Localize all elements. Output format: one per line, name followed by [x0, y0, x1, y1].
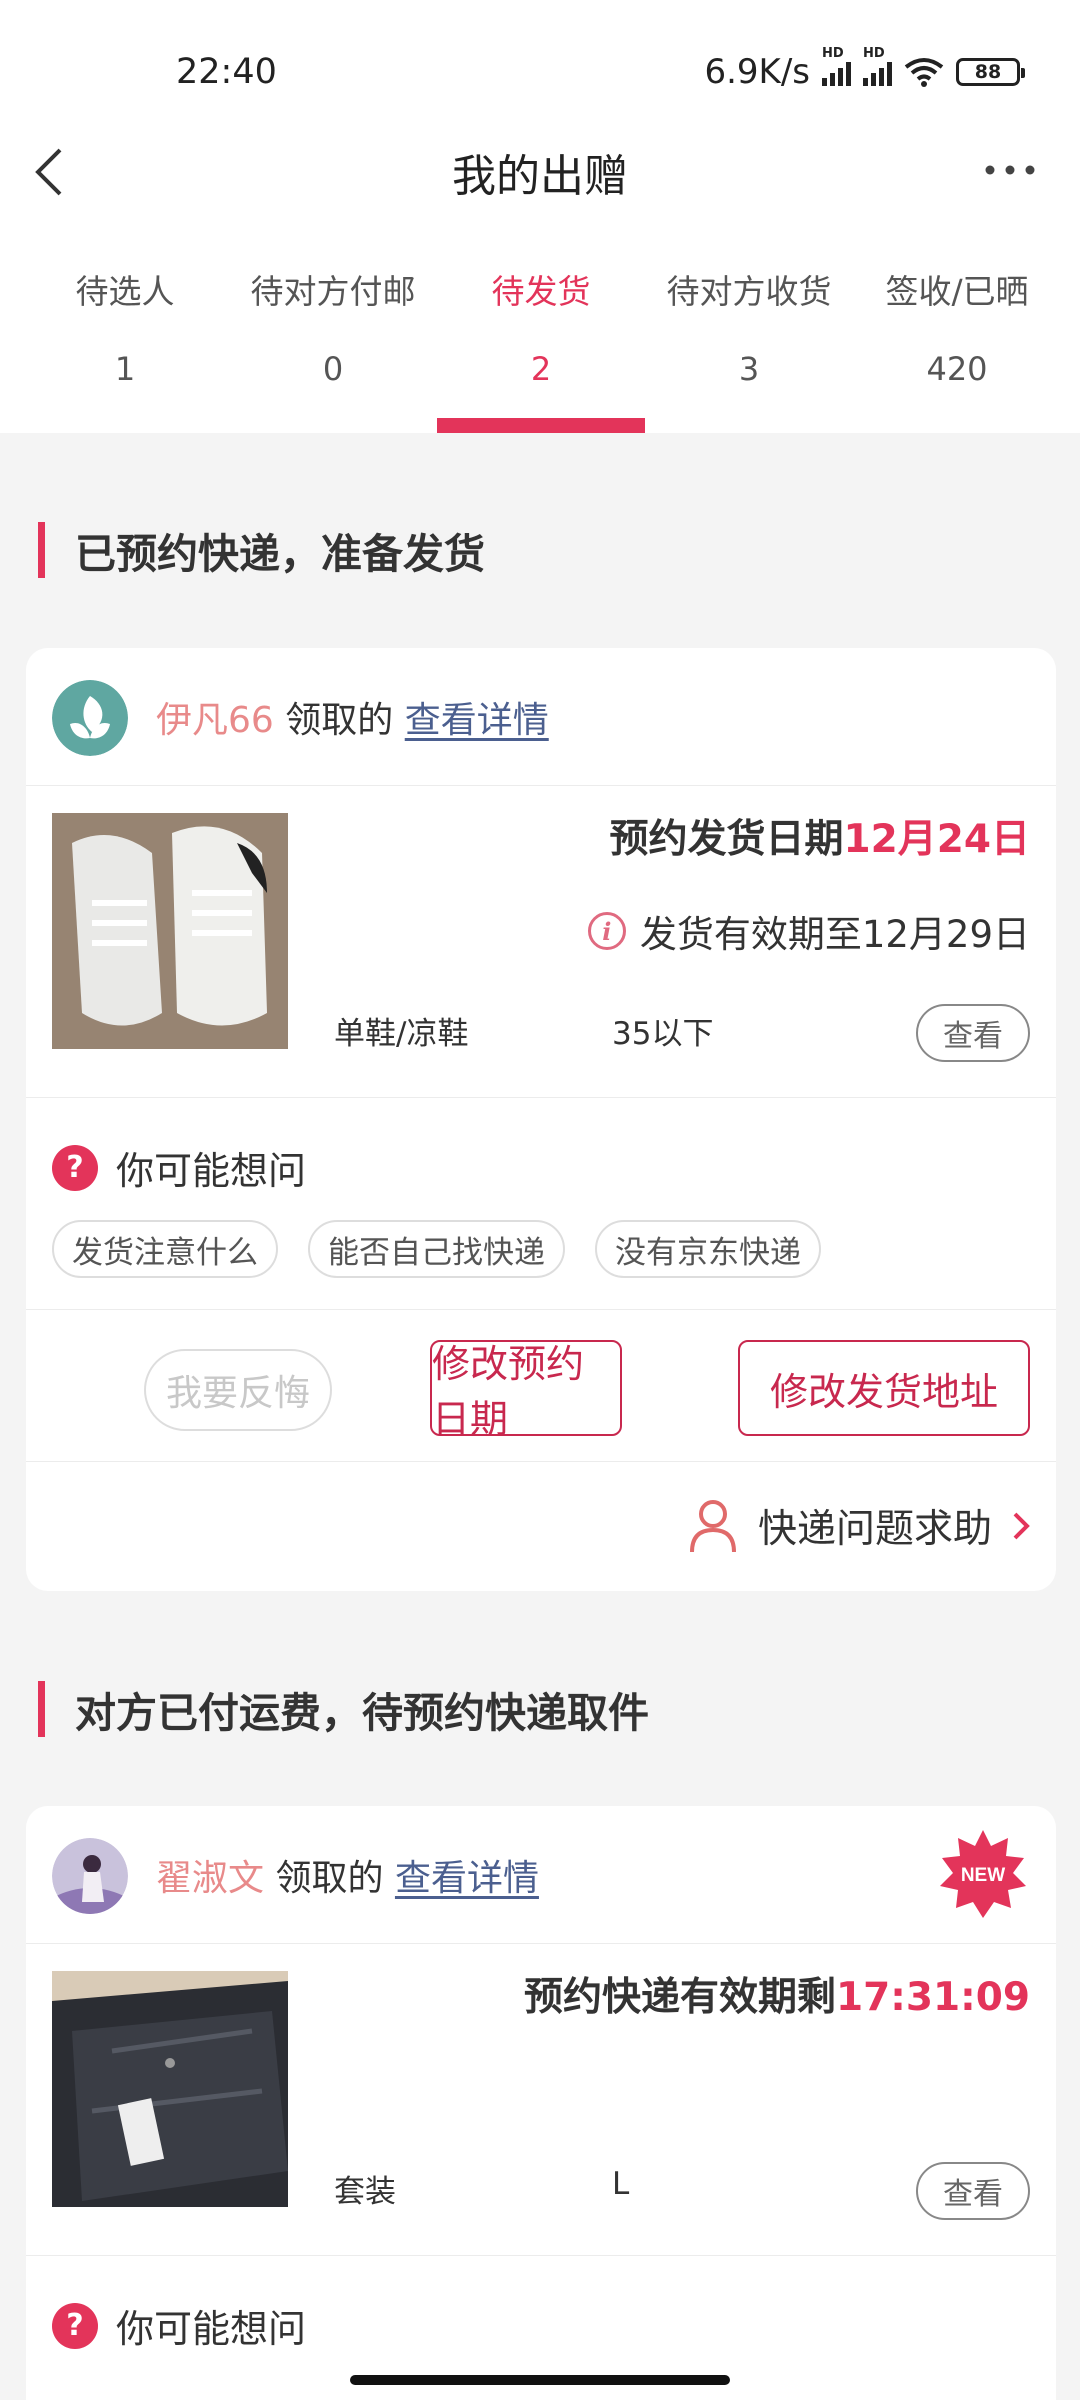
change-address-button[interactable]: 修改发货地址 [738, 1340, 1030, 1436]
item-size: 35以下 [612, 1016, 714, 1052]
chevron-right-icon [1013, 1512, 1030, 1540]
tab-pending-receive[interactable]: 待对方收货 3 [645, 272, 853, 388]
section-header-booked: 已预约快递，准备发货 [38, 522, 485, 578]
validity-line: i 发货有效期至12月29日 [587, 904, 1030, 958]
net-speed: 6.9K/s [704, 52, 810, 92]
giver-line: 翟淑文 领取的 查看详情 [156, 1849, 539, 1901]
countdown-label: 预约快递有效期剩 [523, 1975, 836, 2020]
giver-name[interactable]: 伊凡66 [156, 700, 274, 741]
new-badge: NEW [940, 1830, 1026, 1918]
card-actions: 我要反悔 修改预约日期 修改发货地址 [26, 1310, 1056, 1462]
gift-card-2: 翟淑文 领取的 查看详情 NEW 预约快递有效期剩17:31:09 套装 L 查… [26, 1806, 1056, 2400]
help-row[interactable]: 快递问题求助 [26, 1462, 1056, 1590]
regret-button[interactable]: 我要反悔 [144, 1349, 332, 1431]
status-tabs: 待选人 1 待对方付邮 0 待发货 2 待对方收货 3 签收/已晒 420 [0, 272, 1080, 433]
page-title: 我的出赠 [452, 151, 628, 202]
tab-label: 签收/已晒 [885, 272, 1029, 311]
item-photo-shoes[interactable] [52, 813, 288, 1049]
question-icon: ? [52, 1144, 98, 1191]
tab-count: 420 [926, 350, 988, 388]
tab-label: 待选人 [75, 272, 175, 311]
section-title: 对方已付运费，待预约快递取件 [75, 1689, 649, 1737]
status-time: 22:40 [176, 52, 277, 92]
received-label: 领取的 [275, 1858, 384, 1899]
tab-count: 1 [114, 350, 136, 388]
tab-pending-ship[interactable]: 待发货 2 [437, 272, 645, 388]
battery-icon: 88 [956, 58, 1025, 86]
person-icon [689, 1500, 736, 1553]
ship-date-value: 12月24日 [843, 817, 1030, 862]
info-icon: i [587, 912, 626, 950]
section-title: 已预约快递，准备发货 [75, 530, 485, 578]
item-size: L [612, 2166, 630, 2202]
tab-label: 待对方收货 [666, 272, 832, 311]
faq-chip[interactable]: 没有京东快递 [595, 1220, 821, 1278]
item-row: 预约快递有效期剩17:31:09 套装 L 查看 [26, 1944, 1056, 2256]
help-label: 快递问题求助 [757, 1507, 992, 1552]
card-header: 伊凡66 领取的 查看详情 [26, 648, 1056, 786]
new-badge-text: NEW [961, 1865, 1005, 1886]
faq-chip[interactable]: 能否自己找快递 [308, 1220, 565, 1278]
question-icon: ? [52, 2302, 98, 2349]
tab-label: 待对方付邮 [250, 272, 416, 311]
change-date-button[interactable]: 修改预约日期 [430, 1340, 622, 1441]
received-label: 领取的 [285, 700, 394, 741]
ship-date-label: 预约发货日期 [609, 817, 844, 862]
giver-name[interactable]: 翟淑文 [156, 1858, 264, 1899]
avatar[interactable] [52, 680, 128, 756]
gift-card-1: 伊凡66 领取的 查看详情 预约发货日期12月24日 i 发货有效期至12月29日… [26, 648, 1056, 1591]
tab-count: 3 [738, 350, 760, 388]
tab-pending-select[interactable]: 待选人 1 [21, 272, 229, 388]
tab-signed[interactable]: 签收/已晒 420 [853, 272, 1061, 388]
header-area: 22:40 6.9K/s HD HD 88 我的出赠 待选人 1 待对方付邮 0… [0, 0, 1080, 433]
home-indicator[interactable] [350, 2375, 730, 2385]
faq-section: ? 你可能想问 发货注意什么 能否自己找快递 没有京东快递 [26, 1098, 1056, 1310]
tab-count: 2 [530, 350, 552, 388]
view-detail-link[interactable]: 查看详情 [405, 700, 549, 741]
tab-label: 待发货 [491, 272, 591, 311]
signal-icon: HD [822, 46, 851, 86]
card-header: 翟淑文 领取的 查看详情 NEW [26, 1806, 1056, 1944]
section-accent-bar [38, 522, 45, 578]
section-accent-bar [38, 1681, 45, 1737]
view-detail-link[interactable]: 查看详情 [395, 1858, 539, 1899]
avatar[interactable] [52, 1838, 128, 1914]
nav-bar: 我的出赠 [0, 120, 1080, 220]
validity-text: 发货有效期至12月29日 [639, 913, 1030, 956]
item-category: 单鞋/凉鞋 [334, 1016, 469, 1052]
faq-title-text: 你可能想问 [116, 1149, 307, 1193]
active-tab-indicator [437, 418, 645, 433]
tab-count: 0 [322, 350, 344, 388]
signal-icon-2: HD [863, 46, 892, 86]
faq-title-text: 你可能想问 [116, 2307, 307, 2351]
faq-chips: 发货注意什么 能否自己找快递 没有京东快递 [52, 1220, 821, 1278]
view-item-button[interactable]: 查看 [916, 2162, 1030, 2220]
tab-pending-postage[interactable]: 待对方付邮 0 [229, 272, 437, 388]
ship-date-line: 预约发货日期12月24日 [609, 808, 1030, 864]
countdown-line: 预约快递有效期剩17:31:09 [524, 1966, 1030, 2022]
courier-help-link[interactable]: 快递问题求助 [688, 1498, 1030, 1554]
section-header-paid: 对方已付运费，待预约快递取件 [38, 1681, 649, 1737]
wifi-icon [904, 58, 944, 87]
faq-chip[interactable]: 发货注意什么 [52, 1220, 278, 1278]
countdown-value: 17:31:09 [835, 1975, 1030, 2020]
giver-line: 伊凡66 领取的 查看详情 [156, 691, 549, 743]
more-options-icon[interactable] [980, 150, 1040, 190]
faq-title: ? 你可能想问 [52, 1140, 306, 1195]
status-icons: 6.9K/s HD HD 88 [704, 46, 1025, 92]
status-bar: 22:40 6.9K/s HD HD 88 [0, 0, 1080, 120]
faq-title: ? 你可能想问 [52, 2298, 306, 2353]
item-category: 套装 [334, 2174, 396, 2210]
item-photo-suit[interactable] [52, 1971, 288, 2207]
view-item-button[interactable]: 查看 [916, 1004, 1030, 1062]
item-row: 预约发货日期12月24日 i 发货有效期至12月29日 单鞋/凉鞋 35以下 查看 [26, 786, 1056, 1098]
